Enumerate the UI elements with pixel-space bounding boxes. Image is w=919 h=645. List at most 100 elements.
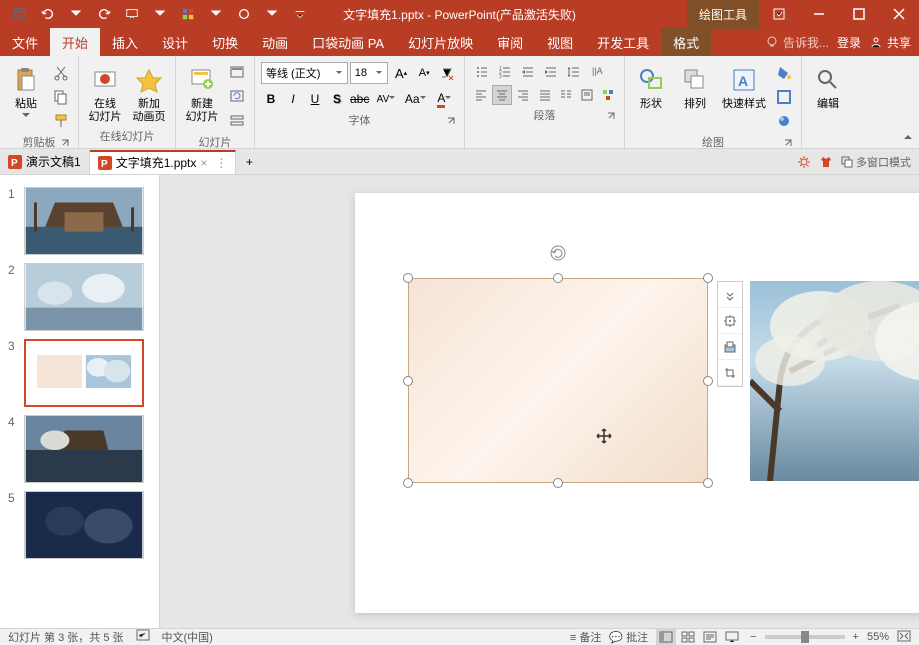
login-button[interactable]: 登录	[837, 34, 861, 51]
italic-button[interactable]: I	[283, 88, 303, 110]
zoom-out-button[interactable]: −	[750, 631, 756, 643]
language-status[interactable]: 中文(中国)	[162, 629, 213, 645]
undo-icon[interactable]	[36, 2, 60, 26]
strikethrough-button[interactable]: abc	[349, 88, 370, 110]
tab-design[interactable]: 设计	[150, 28, 200, 56]
doc-tab-2[interactable]: P 文字填充1.pptx × ⋮	[90, 150, 237, 174]
line-spacing-button[interactable]	[563, 62, 585, 82]
numbering-button[interactable]: 123	[494, 62, 516, 82]
online-slides-button[interactable]: 在线 幻灯片	[85, 62, 125, 124]
float-fill-icon[interactable]	[718, 334, 742, 360]
tab-format[interactable]: 格式	[661, 28, 711, 56]
editing-button[interactable]: 编辑	[808, 62, 848, 111]
maximize-button[interactable]	[839, 0, 879, 28]
qat-dropdown2-icon[interactable]	[204, 2, 228, 26]
slide-thumb-1[interactable]: 1	[0, 183, 159, 259]
doc-tab-1[interactable]: P 演示文稿1	[0, 150, 90, 174]
copy-button[interactable]	[50, 86, 72, 108]
shape-outline-button[interactable]	[773, 86, 795, 108]
float-collapse-icon[interactable]	[718, 282, 742, 308]
close-tab-icon[interactable]: ×	[200, 156, 207, 170]
slide-thumb-3[interactable]: 3	[0, 335, 159, 411]
tab-view[interactable]: 视图	[535, 28, 585, 56]
decrease-font-button[interactable]: A▾	[414, 62, 435, 84]
increase-indent-button[interactable]	[540, 62, 562, 82]
comments-button[interactable]: 💬 批注	[609, 629, 648, 645]
clear-format-button[interactable]	[437, 62, 458, 84]
float-align-icon[interactable]	[718, 308, 742, 334]
underline-button[interactable]: U	[305, 88, 325, 110]
font-family-select[interactable]: 等线 (正文)	[261, 62, 348, 84]
bullets-button[interactable]	[471, 62, 493, 82]
float-crop-icon[interactable]	[718, 360, 742, 386]
shapes-button[interactable]: 形状	[631, 62, 671, 111]
resize-handle-s[interactable]	[553, 478, 563, 488]
tab-menu-icon[interactable]: ⋮	[215, 156, 227, 170]
resize-handle-nw[interactable]	[403, 273, 413, 283]
format-painter-button[interactable]	[50, 110, 72, 132]
zoom-slider-thumb[interactable]	[801, 631, 809, 643]
skin-icon[interactable]	[819, 155, 833, 169]
close-button[interactable]	[879, 0, 919, 28]
qat-customize-icon[interactable]	[288, 2, 312, 26]
zoom-in-button[interactable]: +	[853, 631, 859, 643]
resize-handle-e[interactable]	[703, 376, 713, 386]
resize-handle-w[interactable]	[403, 376, 413, 386]
section-button[interactable]	[226, 110, 248, 132]
reset-button[interactable]	[226, 86, 248, 108]
tab-home[interactable]: 开始	[50, 28, 100, 56]
slide-thumb-2[interactable]: 2	[0, 259, 159, 335]
change-case-button[interactable]: Aa	[402, 88, 429, 110]
smartart-button[interactable]	[598, 85, 618, 105]
multi-window-mode[interactable]: 多窗口模式	[841, 154, 911, 170]
normal-view-button[interactable]	[656, 629, 676, 645]
drawing-launcher-icon[interactable]	[783, 138, 795, 150]
new-tab-button[interactable]: +	[236, 155, 262, 169]
tab-insert[interactable]: 插入	[100, 28, 150, 56]
undo-dropdown-icon[interactable]	[64, 2, 88, 26]
gear-icon[interactable]	[797, 155, 811, 169]
char-spacing-button[interactable]: AV	[372, 88, 399, 110]
decrease-indent-button[interactable]	[517, 62, 539, 82]
font-launcher-icon[interactable]	[446, 116, 458, 128]
resize-handle-ne[interactable]	[703, 273, 713, 283]
resize-handle-sw[interactable]	[403, 478, 413, 488]
shape-effects-button[interactable]	[773, 110, 795, 132]
bold-button[interactable]: B	[261, 88, 281, 110]
new-anim-page-button[interactable]: 新加 动画页	[129, 62, 169, 124]
circle-tool-icon[interactable]	[232, 2, 256, 26]
paste-button[interactable]: 粘贴	[6, 62, 46, 117]
slide-thumb-5[interactable]: 5	[0, 487, 159, 563]
resize-handle-n[interactable]	[553, 273, 563, 283]
fit-to-window-button[interactable]	[897, 630, 911, 645]
align-right-button[interactable]	[513, 85, 533, 105]
shape-fill-button[interactable]	[773, 62, 795, 84]
increase-font-button[interactable]: A▴	[390, 62, 411, 84]
justify-button[interactable]	[535, 85, 555, 105]
arrange-button[interactable]: 排列	[675, 62, 715, 111]
tree-image[interactable]	[750, 281, 919, 481]
slide-thumb-4[interactable]: 4	[0, 411, 159, 487]
quick-styles-button[interactable]: A 快速样式	[719, 62, 769, 111]
new-slide-button[interactable]: 新建 幻灯片	[182, 62, 222, 124]
align-left-button[interactable]	[471, 85, 491, 105]
font-color-button[interactable]: A	[431, 88, 458, 110]
context-tab-drawing-tools[interactable]: 绘图工具	[687, 0, 759, 29]
columns-button[interactable]	[556, 85, 576, 105]
notes-button[interactable]: ≡ 备注	[570, 629, 601, 645]
align-text-button[interactable]	[577, 85, 597, 105]
start-slideshow-icon[interactable]	[120, 2, 144, 26]
paragraph-launcher-icon[interactable]	[606, 111, 618, 123]
qat-dropdown-icon[interactable]	[148, 2, 172, 26]
spellcheck-icon[interactable]	[136, 629, 150, 645]
slide-editor[interactable]	[160, 175, 919, 628]
save-icon[interactable]	[8, 2, 32, 26]
share-button[interactable]: 共享	[869, 34, 911, 51]
reading-view-button[interactable]	[700, 629, 720, 645]
selected-rectangle-shape[interactable]	[408, 278, 708, 483]
tab-review[interactable]: 审阅	[485, 28, 535, 56]
slideshow-view-button[interactable]	[722, 629, 742, 645]
ribbon-options-icon[interactable]	[759, 0, 799, 28]
rotate-handle[interactable]	[548, 243, 568, 263]
minimize-button[interactable]	[799, 0, 839, 28]
